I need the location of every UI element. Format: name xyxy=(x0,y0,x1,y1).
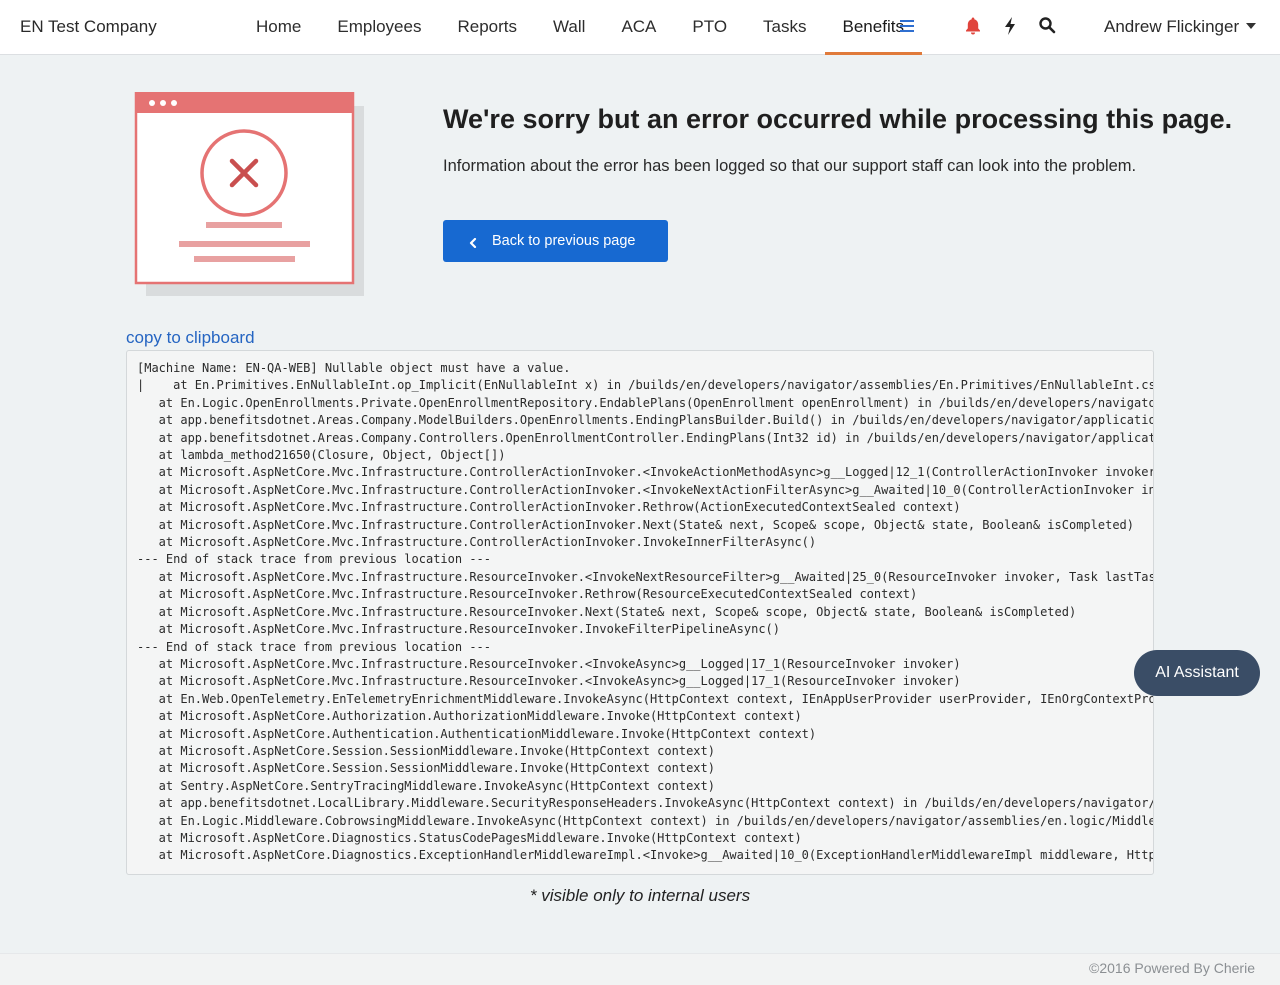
nav-item-employees[interactable]: Employees xyxy=(319,0,439,55)
stack-trace-line: at app.benefitsdotnet.LocalLibrary.Middl… xyxy=(137,796,1154,811)
main-nav: Home Employees Reports Wall ACA PTO Tasks Benef… xyxy=(238,0,923,55)
stack-trace-line: at Microsoft.AspNetCore.Mvc.Infrastructu… xyxy=(137,517,1134,532)
stack-trace-line: at En.Logic.OpenEnrollments.Private.Open… xyxy=(158,395,1153,410)
stack-trace-line: at Microsoft.AspNetCore.Mvc.Infrastructu… xyxy=(137,500,961,515)
stack-trace-line: at Microsoft.AspNetCore.Diagnostics.Stat… xyxy=(137,830,802,845)
stack-trace-line: at Microsoft.AspNetCore.Mvc.Infrastructu… xyxy=(137,465,1154,480)
search-icon[interactable] xyxy=(1038,16,1058,38)
stack-trace-line: at En.Logic.Middleware.CobrowsingMiddlew… xyxy=(137,813,1154,828)
stack-trace-line: at Microsoft.AspNetCore.Mvc.Infrastructu… xyxy=(137,569,1154,584)
bell-icon[interactable] xyxy=(964,16,984,38)
stack-trace-line: [Machine Name: EN-QA-WEB] Nullable objec… xyxy=(137,361,571,375)
stack-trace-line: at Microsoft.AspNetCore.Mvc.Infrastructu… xyxy=(137,622,780,637)
nav-item-reports[interactable]: Reports xyxy=(439,0,535,55)
ai-assistant-button[interactable]: AI Assistant xyxy=(1134,650,1260,696)
stack-trace-line: at Microsoft.AspNetCore.Session.SessionM… xyxy=(137,743,715,758)
nav-item-tasks[interactable]: Tasks xyxy=(745,0,824,55)
stack-trace-line: at Microsoft.AspNetCore.Mvc.Infrastructu… xyxy=(137,656,961,671)
caret-down-icon xyxy=(1246,23,1257,29)
stack-trace-line: at En.Web.OpenTelemetry.EnTelemetryEnric… xyxy=(137,691,1154,706)
footer-text: ©2016 Powered By Cherie xyxy=(1089,960,1255,976)
stack-trace-line: at Microsoft.AspNetCore.Mvc.Infrastructu… xyxy=(137,587,918,602)
stack-trace-line: at Microsoft.AspNetCore.Mvc.Infrastructu… xyxy=(137,674,961,689)
stack-trace-line: at Microsoft.AspNetCore.Session.SessionM… xyxy=(137,761,715,776)
error-title: We're sorry but an error occurred while … xyxy=(443,104,1233,134)
back-to-previous-page-button[interactable]: Back to previous page xyxy=(443,220,668,262)
company-name[interactable]: EN Test Company xyxy=(20,17,157,37)
user-name: Andrew Flickinger xyxy=(1104,17,1240,36)
nav-item-aca[interactable]: ACA xyxy=(603,0,674,55)
error-subtitle: Information about the error has been log… xyxy=(443,157,1137,175)
stack-trace-line: at Microsoft.AspNetCore.Authorization.Au… xyxy=(137,709,802,724)
stack-trace-line: at app.benefitsdotnet.Areas.Company.Cont… xyxy=(158,430,1153,445)
stack-trace-line: at Microsoft.AspNetCore.Authentication.A… xyxy=(137,726,817,741)
menu-icon[interactable] xyxy=(900,20,914,33)
stack-trace-line: --- End of stack trace from previous loc… xyxy=(137,552,492,567)
back-button-label: Back to previous page xyxy=(492,233,636,249)
stack-trace-line: | at En.Primitives.EnNullableInt.op_Impl… xyxy=(137,378,1154,393)
stack-trace-line: --- End of stack trace from previous loc… xyxy=(137,639,492,654)
error-illustration xyxy=(134,91,366,298)
copy-to-clipboard-link[interactable]: copy to clipboard xyxy=(126,328,255,348)
nav-item-home[interactable]: Home xyxy=(238,0,319,55)
stack-trace-line: at Sentry.AspNetCore.SentryTracingMiddle… xyxy=(137,778,715,793)
chevron-left-icon xyxy=(469,236,477,249)
top-navbar: EN Test Company Home Employees Reports Wall… xyxy=(0,0,1280,55)
internal-users-note: * visible only to internal users xyxy=(529,886,751,905)
stack-trace-line: at app.benefitsdotnet.Areas.Company.Mode… xyxy=(137,413,1154,428)
stack-trace-box[interactable]: [Machine Name: EN-QA-WEB] Nullable objec… xyxy=(126,350,1154,875)
stack-trace-line: at Microsoft.AspNetCore.Mvc.Infrastructu… xyxy=(158,482,1153,497)
nav-item-pto[interactable]: PTO xyxy=(674,0,745,55)
footer: ©2016 Powered By Cherie xyxy=(0,953,1280,985)
user-menu[interactable]: Andrew Flickinger xyxy=(1104,17,1257,37)
stack-trace-line: at Microsoft.AspNetCore.Mvc.Infrastructu… xyxy=(137,535,817,550)
stack-trace-line: at Microsoft.AspNetCore.Diagnostics.Exce… xyxy=(137,848,1154,863)
stack-trace-line: at Microsoft.AspNetCore.Mvc.Infrastructu… xyxy=(137,604,1077,619)
nav-item-wall[interactable]: Wall xyxy=(535,0,603,55)
bolt-icon[interactable] xyxy=(1002,16,1022,38)
stack-trace-line: at lambda_method21650(Closure, Object, O… xyxy=(137,448,506,463)
